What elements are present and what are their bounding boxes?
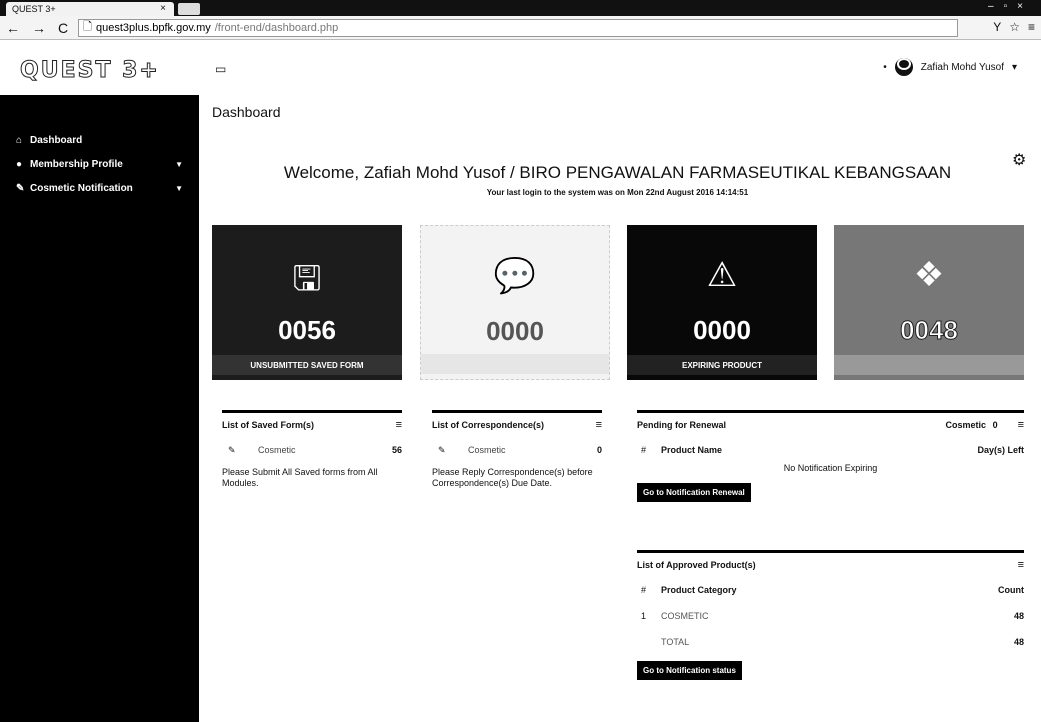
menu-toggle-icon[interactable]: ▭ (215, 62, 226, 76)
panel-note: Please Submit All Saved forms from All M… (222, 467, 378, 488)
renewal-panel: Pending for Renewal Cosmetic 0 ≡ # Produ… (637, 410, 1024, 502)
row-count: 0 (596, 445, 602, 455)
tile-value: 0000 (486, 316, 544, 346)
row-label: Cosmetic (258, 445, 296, 455)
hamburger-icon[interactable]: ≡ (596, 419, 602, 431)
row-num: 1 (641, 611, 647, 621)
page-icon: 🗋 (83, 21, 92, 33)
tile-label (834, 355, 1024, 375)
approved-products-panel: List of Approved Product(s) ≡ # Product … (637, 550, 1024, 680)
caret-down-icon: ▼ (175, 183, 183, 193)
url-host: quest3plus.bpfk.gov.my (95, 21, 211, 34)
browser-tab-bar: QUEST 3+ × –▫× (0, 0, 1041, 16)
hamburger-icon[interactable]: ≡ (1018, 559, 1024, 571)
warning-icon: ⚠ (706, 256, 738, 294)
welcome-message: Welcome, Zafiah Mohd Yusof / BIRO PENGAW… (283, 163, 952, 182)
floppy-icon: 🖫 (292, 260, 322, 298)
go-to-renewal-button[interactable]: Go to Notification Renewal (637, 483, 751, 502)
tile-approved-product[interactable]: ❖ 0048 (834, 225, 1024, 380)
tile-value: 0000 (693, 315, 751, 345)
url-path: /front-end/dashboard.php (214, 21, 339, 34)
tab-title: QUEST 3+ (12, 4, 56, 14)
back-icon[interactable]: ← (6, 20, 20, 36)
panel-title: List of Saved Form(s) (222, 420, 315, 430)
tile-expiring-product[interactable]: ⚠ 0000 EXPIRING PRODUCT (627, 225, 817, 380)
notification-dot-icon[interactable]: • (883, 62, 887, 73)
row-label: Cosmetic (468, 445, 506, 455)
eyedropper-icon: ✎ (228, 444, 236, 455)
row-count: 48 (1013, 611, 1024, 621)
col-num: # (641, 585, 647, 595)
home-icon: ⌂ (16, 134, 23, 146)
sidebar-item-membership-profile[interactable]: ● Membership Profile ▼ (0, 152, 199, 176)
user-icon: ● (16, 158, 23, 170)
col-product: Product Name (661, 445, 723, 455)
sidebar-item-dashboard[interactable]: ⌂ Dashboard (0, 128, 199, 152)
user-menu[interactable]: • Zafiah Mohd Yusof ▾ (883, 58, 1017, 76)
close-tab-icon[interactable]: × (160, 3, 166, 14)
sidebar: ⌂ Dashboard ● Membership Profile ▼ ✎ Cos… (0, 95, 199, 722)
caret-down-icon: ▼ (175, 159, 183, 169)
new-tab-button[interactable] (178, 3, 200, 15)
sidebar-item-label: Membership Profile (30, 158, 123, 170)
col-category: Product Category (661, 585, 737, 595)
col-count: Count (998, 585, 1024, 595)
forward-icon[interactable]: → (32, 20, 46, 36)
app-logo[interactable]: QUEST 3+ (20, 58, 160, 84)
filter-count: 0 (992, 420, 998, 430)
filter-label: Cosmetic (945, 420, 987, 430)
tile-label: EXPIRING PRODUCT (627, 355, 817, 375)
col-days: Day(s) Left (977, 445, 1024, 455)
panel-title: Pending for Renewal (637, 420, 727, 430)
saved-forms-panel: List of Saved Form(s) ≡ ✎ Cosmetic 56 Pl… (222, 410, 402, 489)
table-header: # Product Category Count (637, 577, 1024, 603)
table-row: TOTAL 48 (637, 629, 1024, 655)
panel-note: Please Reply Correspondence(s) before Co… (432, 467, 593, 488)
hamburger-icon[interactable]: ≡ (396, 419, 402, 431)
chevron-down-icon: ▾ (1011, 61, 1017, 73)
user-name: Zafiah Mohd Yusof (920, 61, 1004, 73)
table-header: # Product Name Day(s) Left (637, 437, 1024, 463)
tile-value: 0048 (900, 315, 959, 346)
renewal-filter[interactable]: Cosmetic 0 (946, 420, 998, 430)
list-item[interactable]: ✎ Cosmetic 0 (432, 437, 602, 463)
page-title: Dashboard (212, 104, 281, 120)
user-avatar (894, 58, 913, 76)
tile-correspondence[interactable]: 💬 0000 (420, 225, 610, 380)
browser-menu-icon[interactable]: ≡ (1028, 20, 1035, 34)
empty-message: No Notification Expiring (783, 463, 878, 473)
row-category: COSMETIC (661, 611, 709, 621)
speech-bubble-icon: 💬 (493, 257, 537, 295)
tile-label (421, 354, 609, 374)
sidebar-item-label: Dashboard (30, 134, 83, 146)
hamburger-icon[interactable]: ≡ (1018, 419, 1024, 431)
eyedropper-icon: ✎ (16, 182, 25, 194)
panel-title: List of Correspondence(s) (432, 420, 545, 430)
last-login-text: Your last login to the system was on Mon… (486, 188, 749, 197)
browser-tab[interactable]: QUEST 3+ × (6, 2, 174, 16)
url-field[interactable]: 🗋 quest3plus.bpfk.gov.my/front-end/dashb… (78, 18, 959, 37)
tile-value: 0056 (278, 315, 336, 345)
box-icon: ❖ (913, 256, 945, 294)
go-to-status-button[interactable]: Go to Notification status (637, 661, 742, 680)
panel-title: List of Approved Product(s) (637, 560, 756, 570)
reload-icon[interactable]: C (58, 20, 68, 36)
address-bar: ← → C 🗋 quest3plus.bpfk.gov.my/front-end… (0, 16, 1041, 40)
sidebar-item-cosmetic-notification[interactable]: ✎ Cosmetic Notification ▼ (0, 176, 199, 200)
extension-icon[interactable]: Y (993, 20, 1001, 34)
correspondence-panel: List of Correspondence(s) ≡ ✎ Cosmetic 0… (432, 410, 602, 489)
bookmark-star-icon[interactable]: ☆ (1009, 20, 1020, 34)
list-item[interactable]: ✎ Cosmetic 56 (222, 437, 402, 463)
tile-unsubmitted-saved-form[interactable]: 🖫 0056 UNSUBMITTED SAVED FORM (212, 225, 402, 380)
eyedropper-icon: ✎ (438, 444, 446, 455)
window-controls[interactable]: –▫× (988, 1, 1033, 12)
row-category: TOTAL (661, 637, 690, 647)
row-count: 56 (391, 445, 402, 455)
table-row[interactable]: 1 COSMETIC 48 (637, 603, 1024, 629)
tile-label: UNSUBMITTED SAVED FORM (212, 355, 402, 375)
col-num: # (641, 445, 647, 455)
row-count: 48 (1013, 637, 1024, 647)
sidebar-item-label: Cosmetic Notification (30, 182, 133, 194)
